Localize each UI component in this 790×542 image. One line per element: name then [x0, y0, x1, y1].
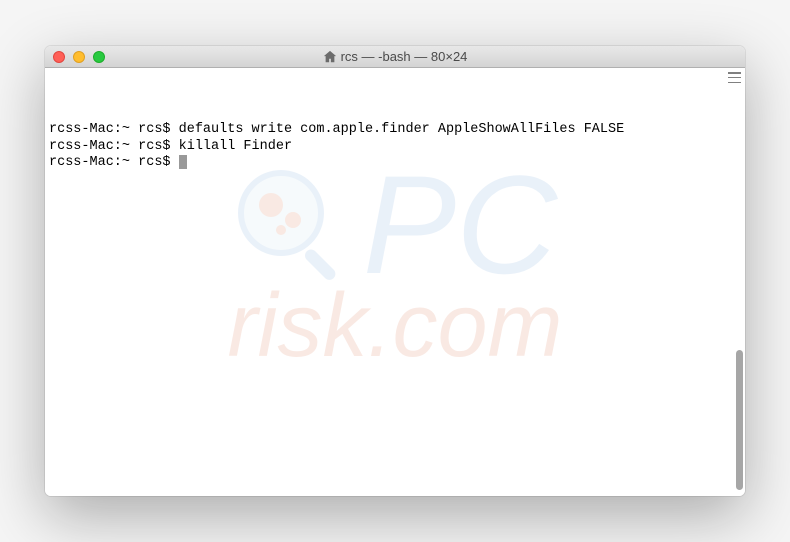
window-title-wrap: rcs — -bash — 80×24: [45, 49, 745, 64]
cursor: [179, 155, 187, 169]
scrollbar-thumb[interactable]: [736, 350, 743, 490]
maximize-button[interactable]: [93, 51, 105, 63]
terminal-line: rcss-Mac:~ rcs$ defaults write com.apple…: [49, 122, 741, 139]
window-titlebar[interactable]: rcs — -bash — 80×24: [45, 46, 745, 68]
home-icon: [323, 50, 337, 64]
window-title: rcs — -bash — 80×24: [341, 49, 468, 64]
terminal-body[interactable]: rcss-Mac:~ rcs$ defaults write com.apple…: [45, 68, 745, 496]
terminal-window: rcs — -bash — 80×24 rcss-Mac:~ rcs$ defa…: [45, 46, 745, 496]
scrollbar-track[interactable]: [729, 70, 743, 494]
command-text: killall Finder: [179, 139, 292, 154]
prompt: rcss-Mac:~ rcs$: [49, 122, 179, 137]
minimize-button[interactable]: [73, 51, 85, 63]
command-text: defaults write com.apple.finder AppleSho…: [179, 122, 625, 137]
terminal-line: rcss-Mac:~ rcs$: [49, 155, 741, 172]
prompt: rcss-Mac:~ rcs$: [49, 139, 179, 154]
terminal-line: rcss-Mac:~ rcs$ killall Finder: [49, 139, 741, 156]
traffic-lights: [53, 51, 105, 63]
close-button[interactable]: [53, 51, 65, 63]
prompt: rcss-Mac:~ rcs$: [49, 155, 179, 170]
